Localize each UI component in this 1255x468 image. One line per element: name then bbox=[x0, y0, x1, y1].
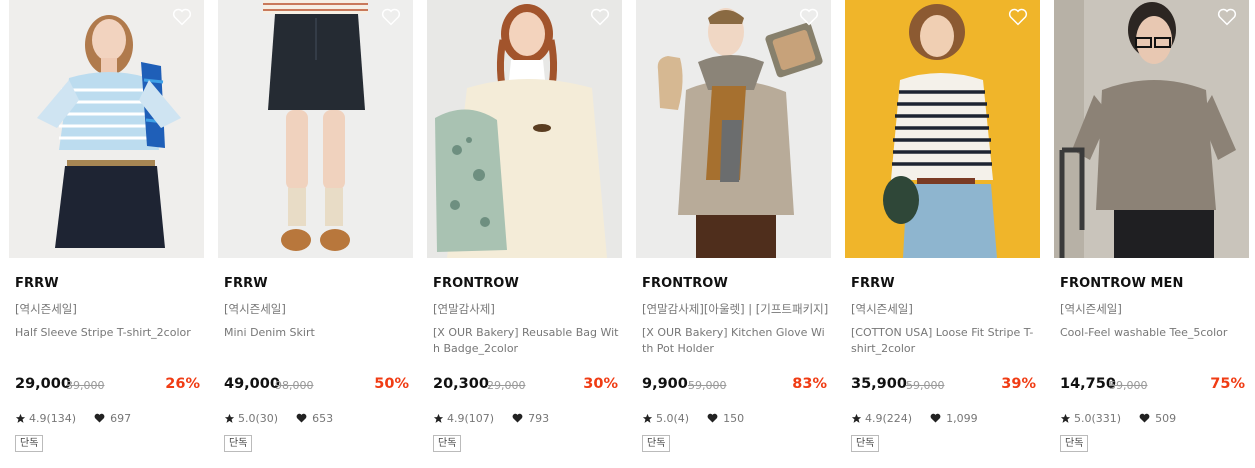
product-name[interactable]: [X OUR Bakery] Reusable Bag With Badge_2… bbox=[433, 325, 619, 357]
product-card[interactable]: FRONTROW [연말감사제] [X OUR Bakery] Reusable… bbox=[427, 0, 622, 468]
discount-rate: 83% bbox=[792, 376, 827, 392]
heart-filled-icon bbox=[94, 413, 105, 423]
sale-price: 29,000 bbox=[15, 376, 71, 392]
product-card[interactable]: FRRW [역시즌세일] Half Sleeve Stripe T-shirt_… bbox=[9, 0, 204, 468]
rating-text: 4.9(224) bbox=[865, 411, 913, 425]
heart-filled-icon bbox=[1139, 413, 1150, 423]
product-name[interactable]: Cool-Feel washable Tee_5color bbox=[1060, 325, 1246, 341]
product-photo[interactable] bbox=[845, 0, 1040, 258]
product-grid: FRRW [역시즌세일] Half Sleeve Stripe T-shirt_… bbox=[0, 0, 1255, 468]
product-photo[interactable] bbox=[9, 0, 204, 258]
product-card[interactable]: FRRW [역시즌세일] Mini Denim Skirt 49,000 98,… bbox=[218, 0, 413, 468]
sale-price: 14,750 bbox=[1060, 376, 1116, 392]
product-name[interactable]: [COTTON USA] Loose Fit Stripe T-shirt_2c… bbox=[851, 325, 1037, 357]
product-brand[interactable]: FRRW bbox=[851, 276, 895, 291]
exclusive-badge: 단독 bbox=[15, 435, 44, 452]
original-price: 59,000 bbox=[1109, 379, 1148, 392]
product-meta: 5.0(4) 150 bbox=[642, 410, 744, 426]
product-tag: [역시즌세일] bbox=[851, 302, 913, 316]
star-icon bbox=[642, 413, 653, 423]
product-tag: [역시즌세일] bbox=[1060, 302, 1122, 316]
exclusive-badge: 단독 bbox=[642, 435, 671, 452]
star-icon bbox=[15, 413, 26, 423]
rating-text: 5.0(4) bbox=[656, 411, 690, 425]
like-count: 793 bbox=[528, 411, 550, 425]
discount-rate: 50% bbox=[374, 376, 409, 392]
product-tag: [연말감사제][아울렛] | [기프트패키지] bbox=[642, 302, 829, 316]
product-card[interactable]: FRRW [역시즌세일] [COTTON USA] Loose Fit Stri… bbox=[845, 0, 1040, 468]
product-photo[interactable] bbox=[427, 0, 622, 258]
discount-rate: 26% bbox=[165, 376, 200, 392]
product-meta: 4.9(134) 697 bbox=[15, 410, 131, 426]
star-icon bbox=[851, 413, 862, 423]
like-count: 150 bbox=[723, 411, 745, 425]
product-photo[interactable] bbox=[1054, 0, 1249, 258]
product-name[interactable]: [X OUR Bakery] Kitchen Glove With Pot Ho… bbox=[642, 325, 828, 357]
heart-filled-icon bbox=[707, 413, 718, 423]
product-tag: [연말감사제] bbox=[433, 302, 495, 316]
rating-text: 4.9(134) bbox=[29, 411, 77, 425]
exclusive-badge: 단독 bbox=[1060, 435, 1089, 452]
original-price: 98,000 bbox=[275, 379, 314, 392]
like-count: 1,099 bbox=[946, 411, 978, 425]
discount-rate: 75% bbox=[1210, 376, 1245, 392]
original-price: 29,000 bbox=[487, 379, 526, 392]
sale-price: 9,900 bbox=[642, 376, 688, 392]
product-brand[interactable]: FRRW bbox=[224, 276, 268, 291]
discount-rate: 30% bbox=[583, 376, 618, 392]
wishlist-heart-icon[interactable] bbox=[381, 8, 401, 26]
product-card[interactable]: FRONTROW [연말감사제][아울렛] | [기프트패키지] [X OUR … bbox=[636, 0, 831, 468]
original-price: 59,000 bbox=[688, 379, 727, 392]
wishlist-heart-icon[interactable] bbox=[1008, 8, 1028, 26]
product-tag: [역시즌세일] bbox=[224, 302, 286, 316]
product-photo[interactable] bbox=[218, 0, 413, 258]
product-meta: 4.9(107) 793 bbox=[433, 410, 549, 426]
star-icon bbox=[1060, 413, 1071, 423]
wishlist-heart-icon[interactable] bbox=[799, 8, 819, 26]
product-card[interactable]: FRONTROW MEN [역시즌세일] Cool-Feel washable … bbox=[1054, 0, 1249, 468]
heart-filled-icon bbox=[512, 413, 523, 423]
wishlist-heart-icon[interactable] bbox=[172, 8, 192, 26]
product-tag: [역시즌세일] bbox=[15, 302, 77, 316]
star-icon bbox=[224, 413, 235, 423]
product-meta: 4.9(224) 1,099 bbox=[851, 410, 978, 426]
product-meta: 5.0(30) 653 bbox=[224, 410, 333, 426]
product-brand[interactable]: FRONTROW bbox=[433, 276, 519, 291]
heart-filled-icon bbox=[296, 413, 307, 423]
like-count: 653 bbox=[312, 411, 334, 425]
product-name[interactable]: Mini Denim Skirt bbox=[224, 325, 410, 341]
product-brand[interactable]: FRONTROW bbox=[642, 276, 728, 291]
discount-rate: 39% bbox=[1001, 376, 1036, 392]
wishlist-heart-icon[interactable] bbox=[590, 8, 610, 26]
sale-price: 20,300 bbox=[433, 376, 489, 392]
product-brand[interactable]: FRRW bbox=[15, 276, 59, 291]
original-price: 39,000 bbox=[66, 379, 105, 392]
rating-text: 5.0(331) bbox=[1074, 411, 1122, 425]
sale-price: 49,000 bbox=[224, 376, 280, 392]
wishlist-heart-icon[interactable] bbox=[1217, 8, 1237, 26]
rating-text: 5.0(30) bbox=[238, 411, 279, 425]
product-meta: 5.0(331) 509 bbox=[1060, 410, 1176, 426]
like-count: 697 bbox=[110, 411, 132, 425]
exclusive-badge: 단독 bbox=[851, 435, 880, 452]
exclusive-badge: 단독 bbox=[224, 435, 253, 452]
heart-filled-icon bbox=[930, 413, 941, 423]
exclusive-badge: 단독 bbox=[433, 435, 462, 452]
product-photo[interactable] bbox=[636, 0, 831, 258]
product-name[interactable]: Half Sleeve Stripe T-shirt_2color bbox=[15, 325, 201, 341]
rating-text: 4.9(107) bbox=[447, 411, 495, 425]
like-count: 509 bbox=[1155, 411, 1177, 425]
sale-price: 35,900 bbox=[851, 376, 907, 392]
original-price: 59,000 bbox=[906, 379, 945, 392]
star-icon bbox=[433, 413, 444, 423]
product-brand[interactable]: FRONTROW MEN bbox=[1060, 276, 1184, 291]
